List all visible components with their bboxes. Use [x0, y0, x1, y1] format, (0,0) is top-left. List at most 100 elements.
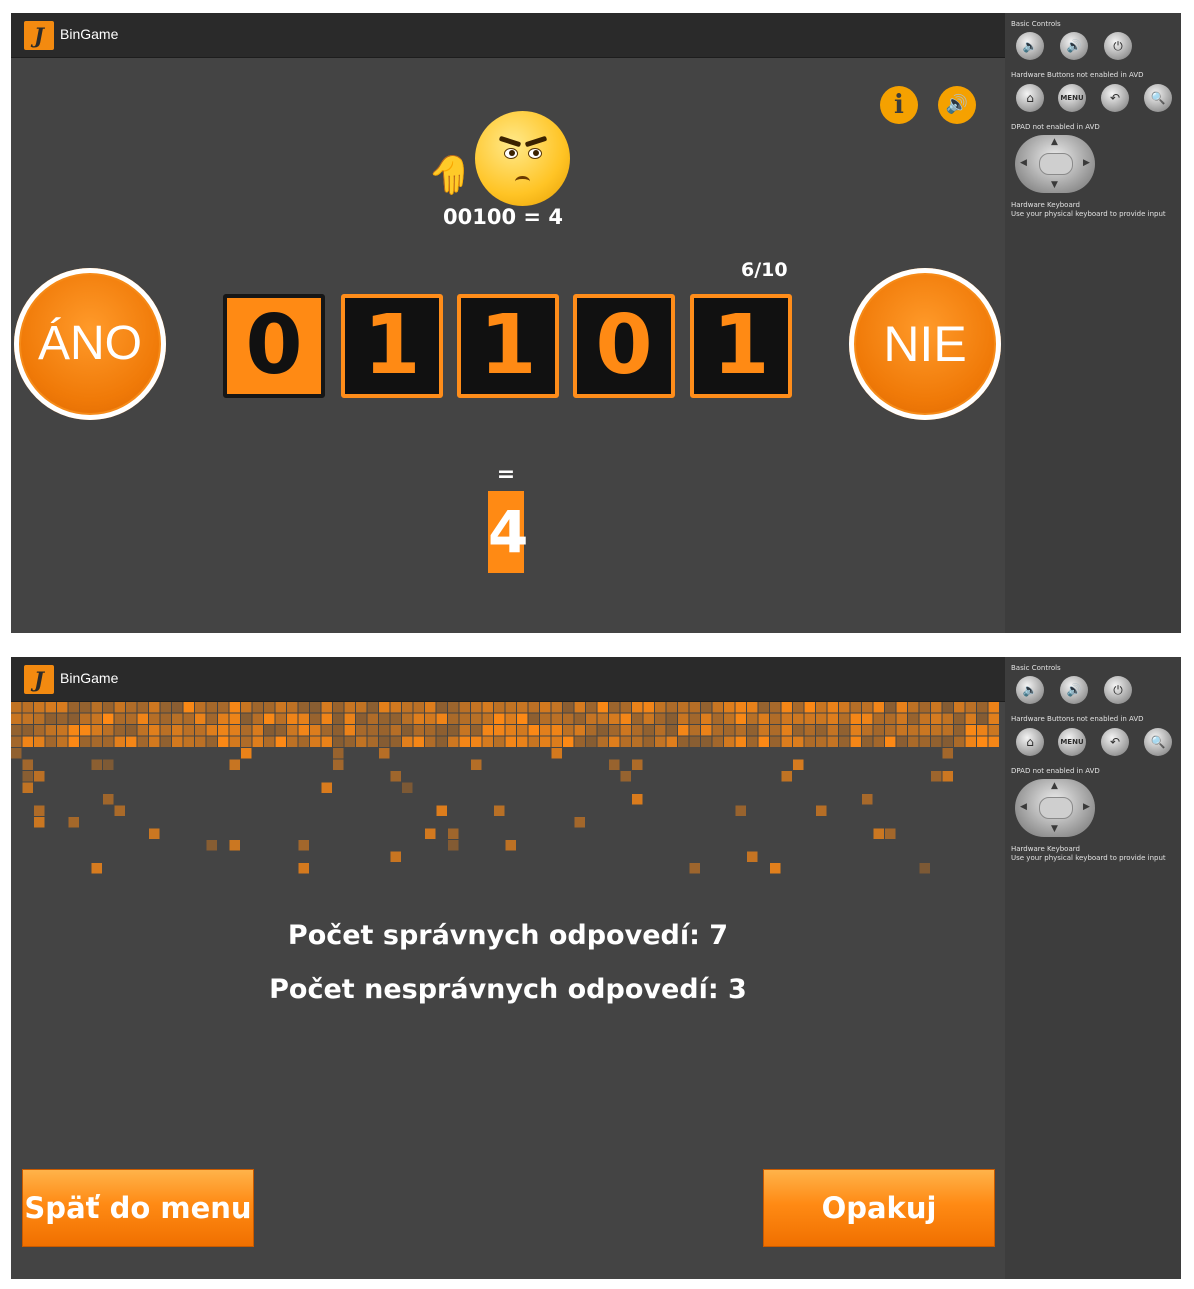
- mosaic-tile: [896, 713, 907, 724]
- mosaic-tile: [425, 713, 436, 724]
- mosaic-tile: [655, 725, 666, 736]
- dpad-down-icon[interactable]: ▼: [1051, 824, 1058, 834]
- mosaic-tile: [931, 713, 942, 724]
- mosaic-tile: [367, 702, 378, 713]
- dpad-up-icon[interactable]: ▲: [1051, 137, 1058, 147]
- yes-button[interactable]: ÁNO: [14, 268, 166, 420]
- mosaic-tile: [781, 702, 792, 713]
- mosaic-tile: [448, 828, 459, 839]
- dpad-center-button[interactable]: [1039, 153, 1073, 175]
- mosaic-tile: [781, 771, 792, 782]
- power-icon[interactable]: ⏻: [1104, 32, 1132, 60]
- mosaic-tile: [57, 736, 68, 747]
- mosaic-tile: [747, 713, 758, 724]
- home-icon[interactable]: ⌂: [1016, 84, 1044, 112]
- keyboard-hint: Use your physical keyboard to provide in…: [1011, 854, 1166, 862]
- bit-5[interactable]: 1: [690, 294, 792, 398]
- menu-button[interactable]: MENU: [1058, 84, 1086, 112]
- mosaic-tile: [436, 805, 447, 816]
- mosaic-tile: [275, 736, 286, 747]
- mosaic-tile: [206, 702, 217, 713]
- sound-icon[interactable]: 🔊: [938, 86, 976, 124]
- power-icon[interactable]: ⏻: [1104, 676, 1132, 704]
- mosaic-tile: [666, 702, 677, 713]
- mosaic-tile: [816, 736, 827, 747]
- action-bar: J BinGame: [11, 657, 1005, 702]
- mosaic-tile: [68, 736, 79, 747]
- dpad-left-icon[interactable]: ◀: [1020, 158, 1027, 168]
- volume-up-icon[interactable]: 🔊: [1060, 32, 1088, 60]
- home-icon[interactable]: ⌂: [1016, 728, 1044, 756]
- target-result: 4: [488, 491, 528, 573]
- mosaic-tile: [908, 702, 919, 713]
- bit-1[interactable]: 0: [223, 294, 325, 398]
- game-screen: J BinGame i 🔊 ✋ 00100 = 4 6/10 ÁNO NIE 0…: [11, 13, 1181, 633]
- mosaic-tile: [632, 725, 643, 736]
- mosaic-tile: [471, 713, 482, 724]
- mosaic-tile: [218, 725, 229, 736]
- mosaic-tile: [689, 863, 700, 874]
- mosaic-tile: [816, 805, 827, 816]
- back-to-menu-button[interactable]: Späť do menu: [22, 1169, 254, 1247]
- dpad-up-icon[interactable]: ▲: [1051, 781, 1058, 791]
- mosaic-tile: [574, 713, 585, 724]
- keyboard-hint: Use your physical keyboard to provide in…: [1011, 210, 1166, 218]
- mosaic-tile: [977, 702, 988, 713]
- volume-down-icon[interactable]: 🔈: [1016, 676, 1044, 704]
- mosaic-tile: [275, 725, 286, 736]
- mosaic-tile: [68, 702, 79, 713]
- mosaic-tile: [287, 736, 298, 747]
- mosaic-tile: [229, 736, 240, 747]
- app-logo-icon[interactable]: J: [24, 21, 54, 50]
- mosaic-tile: [678, 713, 689, 724]
- app-logo-icon[interactable]: J: [24, 665, 54, 694]
- back-icon[interactable]: ↶: [1101, 84, 1129, 112]
- menu-button[interactable]: MENU: [1058, 728, 1086, 756]
- dpad-right-icon[interactable]: ▶: [1083, 802, 1090, 812]
- info-icon[interactable]: i: [880, 86, 918, 124]
- mosaic-tile: [839, 725, 850, 736]
- mosaic-tile: [643, 725, 654, 736]
- mosaic-tile: [528, 736, 539, 747]
- repeat-button[interactable]: Opakuj: [763, 1169, 995, 1247]
- incorrect-answers-count: Počet nesprávnych odpovedí: 3: [269, 974, 747, 1005]
- mosaic-tile: [298, 736, 309, 747]
- mosaic-tile: [11, 725, 22, 736]
- mosaic-tile: [770, 702, 781, 713]
- mosaic-tile: [850, 702, 861, 713]
- mosaic-tile: [712, 736, 723, 747]
- mosaic-tile: [413, 702, 424, 713]
- mosaic-tile: [735, 713, 746, 724]
- mosaic-tile: [712, 702, 723, 713]
- dpad-control[interactable]: ▲ ▼ ◀ ▶: [1015, 779, 1095, 837]
- mosaic-tile: [114, 725, 125, 736]
- mosaic-tile: [689, 713, 700, 724]
- dpad-right-icon[interactable]: ▶: [1083, 158, 1090, 168]
- dpad-control[interactable]: ▲ ▼ ◀ ▶: [1015, 135, 1095, 193]
- mosaic-tile: [390, 771, 401, 782]
- bit-2[interactable]: 1: [341, 294, 443, 398]
- mosaic-tile: [68, 817, 79, 828]
- mosaic-tile: [459, 725, 470, 736]
- dpad-center-button[interactable]: [1039, 797, 1073, 819]
- no-button[interactable]: NIE: [849, 268, 1001, 420]
- dpad-down-icon[interactable]: ▼: [1051, 180, 1058, 190]
- basic-controls-label: Basic Controls: [1011, 664, 1061, 672]
- mosaic-tile: [91, 736, 102, 747]
- mosaic-tile: [103, 702, 114, 713]
- back-icon[interactable]: ↶: [1101, 728, 1129, 756]
- dpad-left-icon[interactable]: ◀: [1020, 802, 1027, 812]
- mosaic-tile: [218, 736, 229, 747]
- mosaic-tile: [218, 702, 229, 713]
- mosaic-tile: [770, 725, 781, 736]
- mosaic-tile: [114, 702, 125, 713]
- mosaic-tile: [666, 736, 677, 747]
- bit-3[interactable]: 1: [457, 294, 559, 398]
- mosaic-tile: [988, 725, 999, 736]
- bit-4[interactable]: 0: [573, 294, 675, 398]
- results-screen: J BinGame Počet správnych odpovedí: 7 Po…: [11, 657, 1181, 1279]
- search-icon[interactable]: 🔍: [1144, 728, 1172, 756]
- volume-up-icon[interactable]: 🔊: [1060, 676, 1088, 704]
- search-icon[interactable]: 🔍: [1144, 84, 1172, 112]
- volume-down-icon[interactable]: 🔈: [1016, 32, 1044, 60]
